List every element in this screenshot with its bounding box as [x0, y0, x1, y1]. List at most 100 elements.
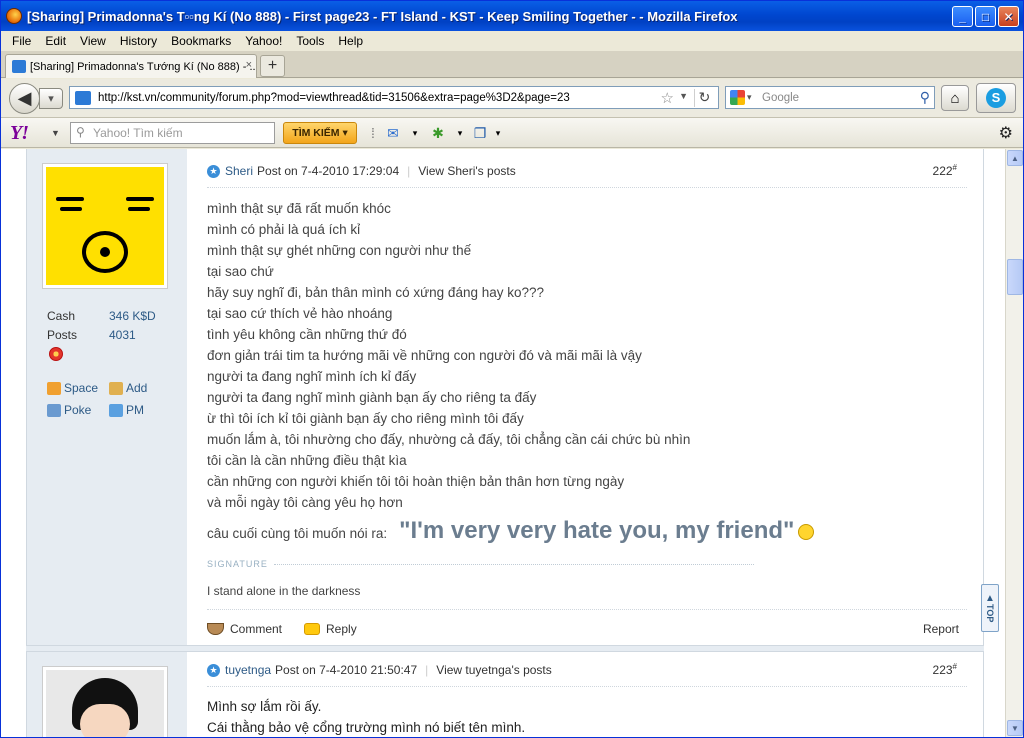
page-tools-dropdown-icon[interactable]: ▾ — [488, 124, 508, 142]
search-icon[interactable]: ⚲ — [920, 89, 930, 106]
site-favicon-icon — [12, 60, 26, 73]
post-body: Mình sợ lắm rồi ấy. Cái thằng bảo vệ cổn… — [207, 696, 525, 737]
menu-view[interactable]: View — [73, 34, 113, 48]
avatar[interactable] — [42, 666, 168, 737]
post-line: Mình sợ lắm rồi ấy. — [207, 699, 322, 714]
gear-icon[interactable]: ⚙ — [999, 123, 1013, 143]
avatar-eye — [128, 207, 150, 211]
post-number[interactable]: 222# — [933, 163, 957, 178]
post-author-sidebar: Cash 346 K$D Posts 4031 Space Add Poke PM — [27, 149, 187, 645]
avatar-face-image — [46, 670, 164, 737]
tab-close-icon[interactable]: × — [246, 59, 252, 71]
menu-file[interactable]: File — [5, 34, 38, 48]
reload-icon[interactable]: ↻ — [694, 89, 714, 107]
post-last-line: câu cuối cùng tôi muốn nói ra: "I'm very… — [207, 517, 815, 545]
vertical-scrollbar[interactable]: ▲ ▼ — [1005, 149, 1023, 737]
skype-icon: S — [986, 88, 1006, 108]
report-button[interactable]: Report — [923, 622, 959, 636]
yahoo-search-button[interactable]: TÌM KIẾM ▾ — [283, 122, 357, 144]
menu-history[interactable]: History — [113, 34, 164, 48]
mail-dropdown-icon[interactable]: ▾ — [405, 124, 425, 142]
forward-dropdown-button[interactable]: ▾ — [39, 88, 63, 109]
online-star-icon: ★ — [207, 164, 220, 178]
add-friend-link[interactable]: Add — [109, 377, 171, 399]
comment-label: Comment — [230, 622, 283, 636]
messenger-icon[interactable]: ✱ — [428, 124, 448, 142]
post-line: ừ thì tôi ích kỉ tôi giành bạn ấy cho ri… — [207, 411, 524, 426]
avatar-eye — [60, 207, 82, 211]
bookmark-star-icon[interactable]: ☆ — [661, 89, 674, 107]
site-favicon-icon — [75, 91, 91, 105]
navigation-toolbar: ◀ ▾ http://kst.vn/community/forum.php?mo… — [1, 79, 1023, 118]
space-link[interactable]: Space — [47, 377, 109, 399]
author-link[interactable]: Sheri — [225, 164, 253, 178]
url-history-dropdown-icon[interactable]: ▼ — [679, 91, 688, 101]
engine-dropdown-icon[interactable]: ▾ — [747, 92, 752, 103]
stat-value[interactable]: 4031 — [109, 326, 136, 345]
post-line: mình thật sự ghét những con người như th… — [207, 243, 472, 258]
skype-button[interactable]: S — [976, 83, 1016, 113]
window-title: [Sharing] Primadonna's T▫▫ng Kí (No 888)… — [27, 8, 738, 24]
hash-icon: # — [952, 662, 957, 671]
scroll-down-button[interactable]: ▼ — [1007, 720, 1023, 736]
browser-window: [Sharing] Primadonna's T▫▫ng Kí (No 888)… — [0, 0, 1024, 738]
post-line: người ta đang nghĩ mình giành bạn ấy cho… — [207, 390, 537, 405]
post-line: cần những con người khiến tôi tôi hoàn t… — [207, 474, 625, 489]
divider — [207, 187, 967, 188]
view-posts-link[interactable]: View Sheri's posts — [418, 164, 515, 178]
firefox-logo-icon — [6, 8, 22, 24]
view-posts-link[interactable]: View tuyetnga's posts — [436, 663, 551, 677]
maximize-button[interactable]: □ — [975, 6, 996, 27]
back-button[interactable]: ◀ — [9, 83, 40, 114]
home-button[interactable]: ⌂ — [941, 85, 969, 111]
tab-active[interactable]: [Sharing] Primadonna's Tướng Kí (No 888)… — [5, 54, 257, 78]
post-body: mình thật sự đã rất muốn khóc mình có ph… — [207, 198, 690, 513]
post-line: tại sao chứ — [207, 264, 274, 279]
stat-value: 346 K$D — [109, 309, 156, 323]
new-tab-button[interactable]: + — [260, 55, 285, 77]
avatar[interactable] — [42, 163, 168, 289]
pm-link[interactable]: PM — [109, 399, 171, 421]
scroll-thumb[interactable] — [1007, 259, 1023, 295]
menu-yahoo[interactable]: Yahoo! — [238, 34, 289, 48]
avatar-mouth — [82, 231, 128, 273]
scroll-up-button[interactable]: ▲ — [1007, 150, 1023, 166]
page-tools-icon[interactable]: ❐ — [470, 124, 490, 142]
messenger-dropdown-icon[interactable]: ▾ — [450, 124, 470, 142]
close-button[interactable]: ✕ — [998, 6, 1019, 27]
menu-edit[interactable]: Edit — [38, 34, 73, 48]
post-line: mình thật sự đã rất muốn khóc — [207, 201, 391, 216]
yahoo-menu-dropdown-icon[interactable]: ▼ — [51, 128, 60, 138]
post-line: tại sao cứ thích vẻ hào nhoáng — [207, 306, 393, 321]
minimize-button[interactable]: _ — [952, 6, 973, 27]
pm-link-label: PM — [126, 403, 144, 417]
separator-icon: ⁞ — [371, 125, 375, 141]
author-link[interactable]: tuyetnga — [225, 663, 271, 677]
yahoo-toolbar: Y! ▼ ⚲ Yahoo! Tìm kiếm TÌM KIẾM ▾ ⁞ ✉ ▾ … — [1, 118, 1023, 148]
reply-button[interactable]: Reply — [304, 622, 357, 636]
menu-bookmarks[interactable]: Bookmarks — [164, 34, 238, 48]
home-icon: ⌂ — [950, 89, 960, 107]
post-time: Post on 7-4-2010 21:50:47 — [275, 663, 418, 677]
comment-button[interactable]: Comment — [207, 622, 282, 636]
search-input[interactable]: ▾ Google ⚲ — [725, 86, 935, 109]
mail-icon[interactable]: ✉ — [383, 124, 403, 142]
back-to-top-button[interactable]: ▲ TOP — [981, 584, 999, 632]
divider — [207, 686, 967, 687]
yahoo-search-placeholder: Yahoo! Tìm kiếm — [93, 126, 183, 140]
post-line: đơn giản trái tim ta hướng mãi về những … — [207, 348, 642, 363]
search-placeholder: Google — [762, 91, 800, 104]
smiley-icon — [798, 524, 815, 540]
yahoo-search-input[interactable]: ⚲ Yahoo! Tìm kiếm — [70, 122, 275, 144]
url-bar[interactable]: http://kst.vn/community/forum.php?mod=vi… — [69, 86, 719, 109]
user-links: Space Add Poke PM — [47, 377, 171, 421]
post-number[interactable]: 223# — [933, 662, 957, 677]
google-engine-icon[interactable] — [730, 90, 745, 105]
divider: | — [407, 164, 411, 178]
yahoo-logo[interactable]: Y! — [10, 122, 29, 145]
menu-help[interactable]: Help — [331, 34, 370, 48]
post-author-sidebar — [27, 652, 187, 737]
poke-link[interactable]: Poke — [47, 399, 109, 421]
post-line: hãy suy nghĩ đi, bản thân mình có xứng đ… — [207, 285, 545, 300]
menu-tools[interactable]: Tools — [289, 34, 331, 48]
